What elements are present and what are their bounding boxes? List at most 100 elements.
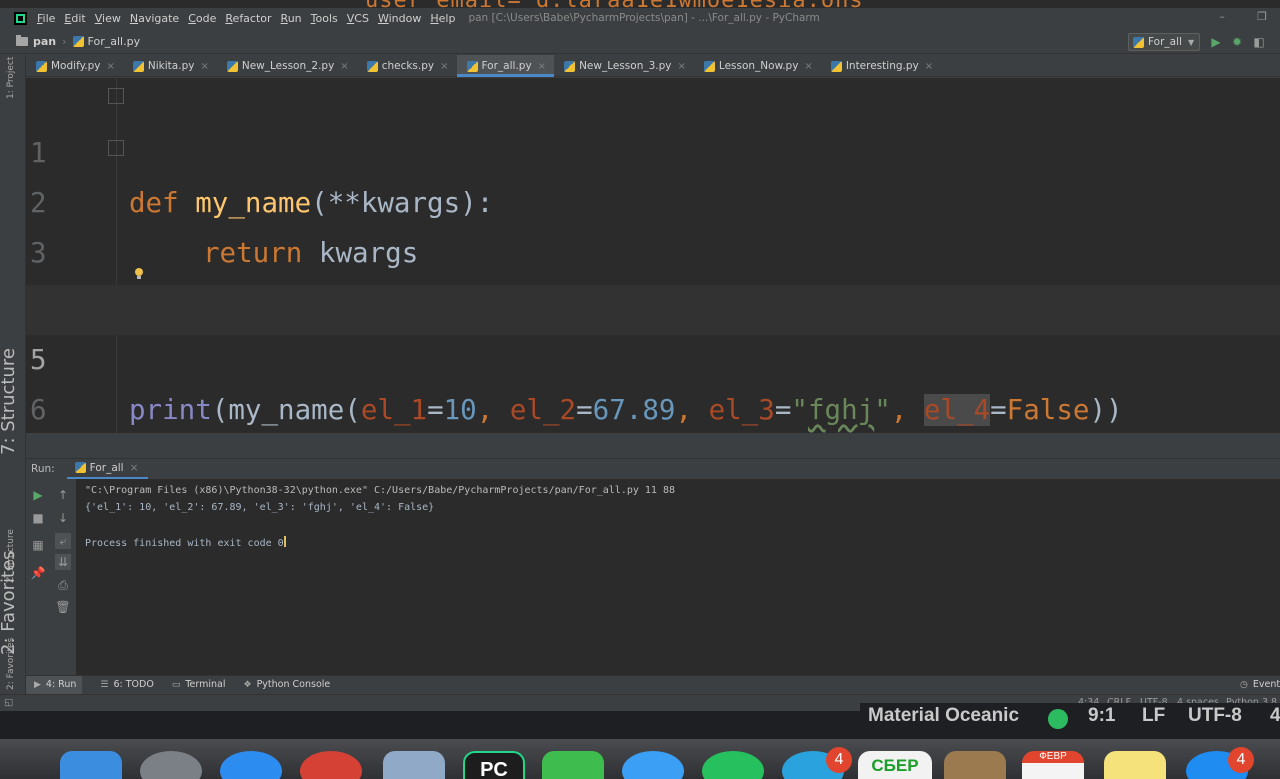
python-file-icon — [72, 36, 84, 47]
rerun-icon[interactable]: ▶ — [30, 487, 46, 503]
event-log[interactable]: ◷ Event — [1240, 679, 1280, 690]
menu-run[interactable]: Run — [281, 12, 302, 25]
tab-checks[interactable]: checks.py × — [357, 55, 457, 77]
code-line: 6 — [26, 335, 1280, 426]
more-icon[interactable]: ▕ — [1270, 35, 1280, 49]
python-file-icon — [466, 60, 478, 72]
code-line: 1 def my_name(**kwargs): — [26, 78, 1280, 219]
stamps-icon[interactable] — [383, 751, 445, 779]
maximize-icon[interactable]: ❐ — [1257, 11, 1267, 22]
soft-wrap-icon[interactable]: ⤶ — [55, 533, 71, 549]
code-editor[interactable]: 1 def my_name(**kwargs): 2 return kwargs… — [26, 78, 1280, 433]
pycharm-dock-icon[interactable]: PC — [463, 751, 525, 779]
close-icon[interactable]: × — [804, 61, 812, 72]
text-caret — [283, 536, 286, 547]
menu-file[interactable]: File — [37, 12, 55, 25]
close-icon[interactable]: × — [440, 61, 448, 72]
print-icon[interactable]: ⎙ — [55, 577, 71, 593]
down-arrow-icon[interactable]: ↓ — [55, 510, 71, 526]
console-output: {'el_1': 10, 'el_2': 67.89, 'el_3': 'fgh… — [85, 502, 435, 513]
close-icon[interactable]: × — [340, 61, 348, 72]
tab-new-lesson-2[interactable]: New_Lesson_2.py × — [217, 55, 357, 77]
theme-name: Material Oceanic — [868, 705, 1020, 726]
highlighted-param: el_4 — [923, 394, 991, 426]
python-file-icon — [74, 462, 86, 473]
facetime-icon[interactable] — [542, 751, 604, 779]
sber-icon[interactable]: СБЕР — [858, 751, 932, 779]
tab-terminal[interactable]: ▭ Terminal — [172, 679, 226, 690]
tab-modify[interactable]: Modify.py × — [26, 55, 123, 77]
current-code-line: 5 print(my_name(el_1=10, el_2=67.89, el_… — [26, 285, 1280, 426]
structure-tool-tab[interactable]: 7: Structure — [0, 348, 19, 455]
close-icon[interactable]: × — [925, 61, 933, 72]
tab-python-console[interactable]: ❖ Python Console — [244, 679, 331, 690]
console-exit: Process finished with exit code 0 — [85, 536, 286, 549]
close-icon[interactable]: × — [200, 61, 208, 72]
tab-todo[interactable]: ☰ 6: TODO — [100, 679, 153, 690]
tab-nikita[interactable]: Nikita.py × — [123, 55, 217, 77]
menu-tools[interactable]: Tools — [311, 12, 338, 25]
menu-window[interactable]: Window — [378, 12, 421, 25]
menu-vcs[interactable]: VCS — [347, 12, 369, 25]
breadcrumb-separator: › — [62, 35, 67, 48]
notes-icon[interactable] — [1104, 751, 1166, 779]
editor-tabs: Modify.py × Nikita.py × New_Lesson_2.py × c… — [26, 55, 1280, 77]
python-file-icon — [366, 60, 378, 72]
code-line: 4 — [26, 228, 1280, 319]
bg-position: 9:1 — [1088, 705, 1116, 726]
menu-refactor[interactable]: Refactor — [225, 12, 271, 25]
favorites-tool-tab[interactable]: 2: Favorites — [6, 638, 16, 690]
contacts-icon[interactable] — [944, 751, 1006, 779]
calendar-icon[interactable]: ФЕВР — [1022, 751, 1084, 779]
scroll-to-end-icon[interactable]: ⇊ — [55, 554, 71, 570]
debug-icon[interactable]: ✹ — [1230, 35, 1244, 49]
trash-icon[interactable]: 🗑 — [55, 599, 71, 615]
tab-for-all[interactable]: For_all.py × — [456, 55, 555, 77]
messages-icon[interactable] — [622, 751, 684, 779]
run-icon[interactable]: ▶ — [1209, 35, 1223, 49]
safari-icon[interactable] — [220, 751, 282, 779]
run-console[interactable]: "C:\Program Files (x86)\Python38-32\pyth… — [76, 479, 1280, 675]
menu-view[interactable]: View — [95, 12, 121, 25]
chrome-icon[interactable] — [300, 751, 362, 779]
run-toolbar: ▶ ↑ ■ ↓ ⤶ ▦ ⇊ 📌 ⎙ 🗑 — [26, 479, 76, 675]
run-config-tab[interactable]: For_all × — [66, 459, 149, 479]
menu-edit[interactable]: Edit — [64, 12, 85, 25]
layers-icon[interactable]: ◱ — [4, 697, 13, 708]
folder-icon — [16, 35, 28, 46]
launchpad-icon[interactable] — [140, 751, 202, 779]
close-icon[interactable]: × — [130, 462, 139, 474]
close-icon[interactable]: × — [678, 61, 686, 72]
project-tool-tab[interactable]: 1: Project — [6, 57, 16, 99]
breadcrumb-file[interactable]: For_all.py — [72, 35, 140, 48]
chevron-down-icon: ▼ — [1187, 37, 1195, 47]
event-log-icon: ◷ — [1240, 679, 1248, 690]
menu-help[interactable]: Help — [430, 12, 455, 25]
menu-navigate[interactable]: Navigate — [130, 12, 179, 25]
pin-icon[interactable]: 📌 — [30, 565, 46, 581]
coverage-icon[interactable]: ◧ — [1252, 35, 1266, 49]
appstore-badge: 4 — [1228, 747, 1254, 773]
run-config-selector[interactable]: For_all ▼ — [1128, 33, 1200, 51]
python-icon: ❖ — [243, 679, 252, 690]
python-file-icon — [132, 60, 144, 72]
minimize-icon[interactable]: – — [1217, 11, 1227, 22]
navigation-bar: pan › For_all.py For_all ▼ ▶ ✹ ◧ ▕ — [0, 30, 1280, 54]
up-arrow-icon[interactable]: ↑ — [55, 487, 71, 503]
finder-icon[interactable] — [60, 751, 122, 779]
lightbulb-icon[interactable] — [134, 268, 144, 280]
whatsapp-icon[interactable] — [702, 751, 764, 779]
dock: PC 4 СБЕР ФЕВР 4 — [0, 739, 1280, 779]
layout-icon[interactable]: ▦ — [30, 537, 46, 553]
tab-lesson-now[interactable]: Lesson_Now.py × — [694, 55, 821, 77]
menu-code[interactable]: Code — [188, 12, 216, 25]
tab-interesting[interactable]: Interesting.py × — [821, 55, 941, 77]
tab-run[interactable]: ▶ 4: Run — [26, 675, 83, 694]
breadcrumb-project[interactable]: pan — [16, 35, 56, 48]
close-icon[interactable]: × — [107, 61, 115, 72]
play-icon: ▶ — [34, 679, 41, 690]
tab-new-lesson-3[interactable]: New_Lesson_3.py × — [554, 55, 694, 77]
close-icon[interactable]: × — [538, 61, 546, 72]
title-bar: File Edit View Navigate Code Refactor Ru… — [0, 8, 1280, 28]
stop-icon[interactable]: ■ — [30, 510, 46, 526]
